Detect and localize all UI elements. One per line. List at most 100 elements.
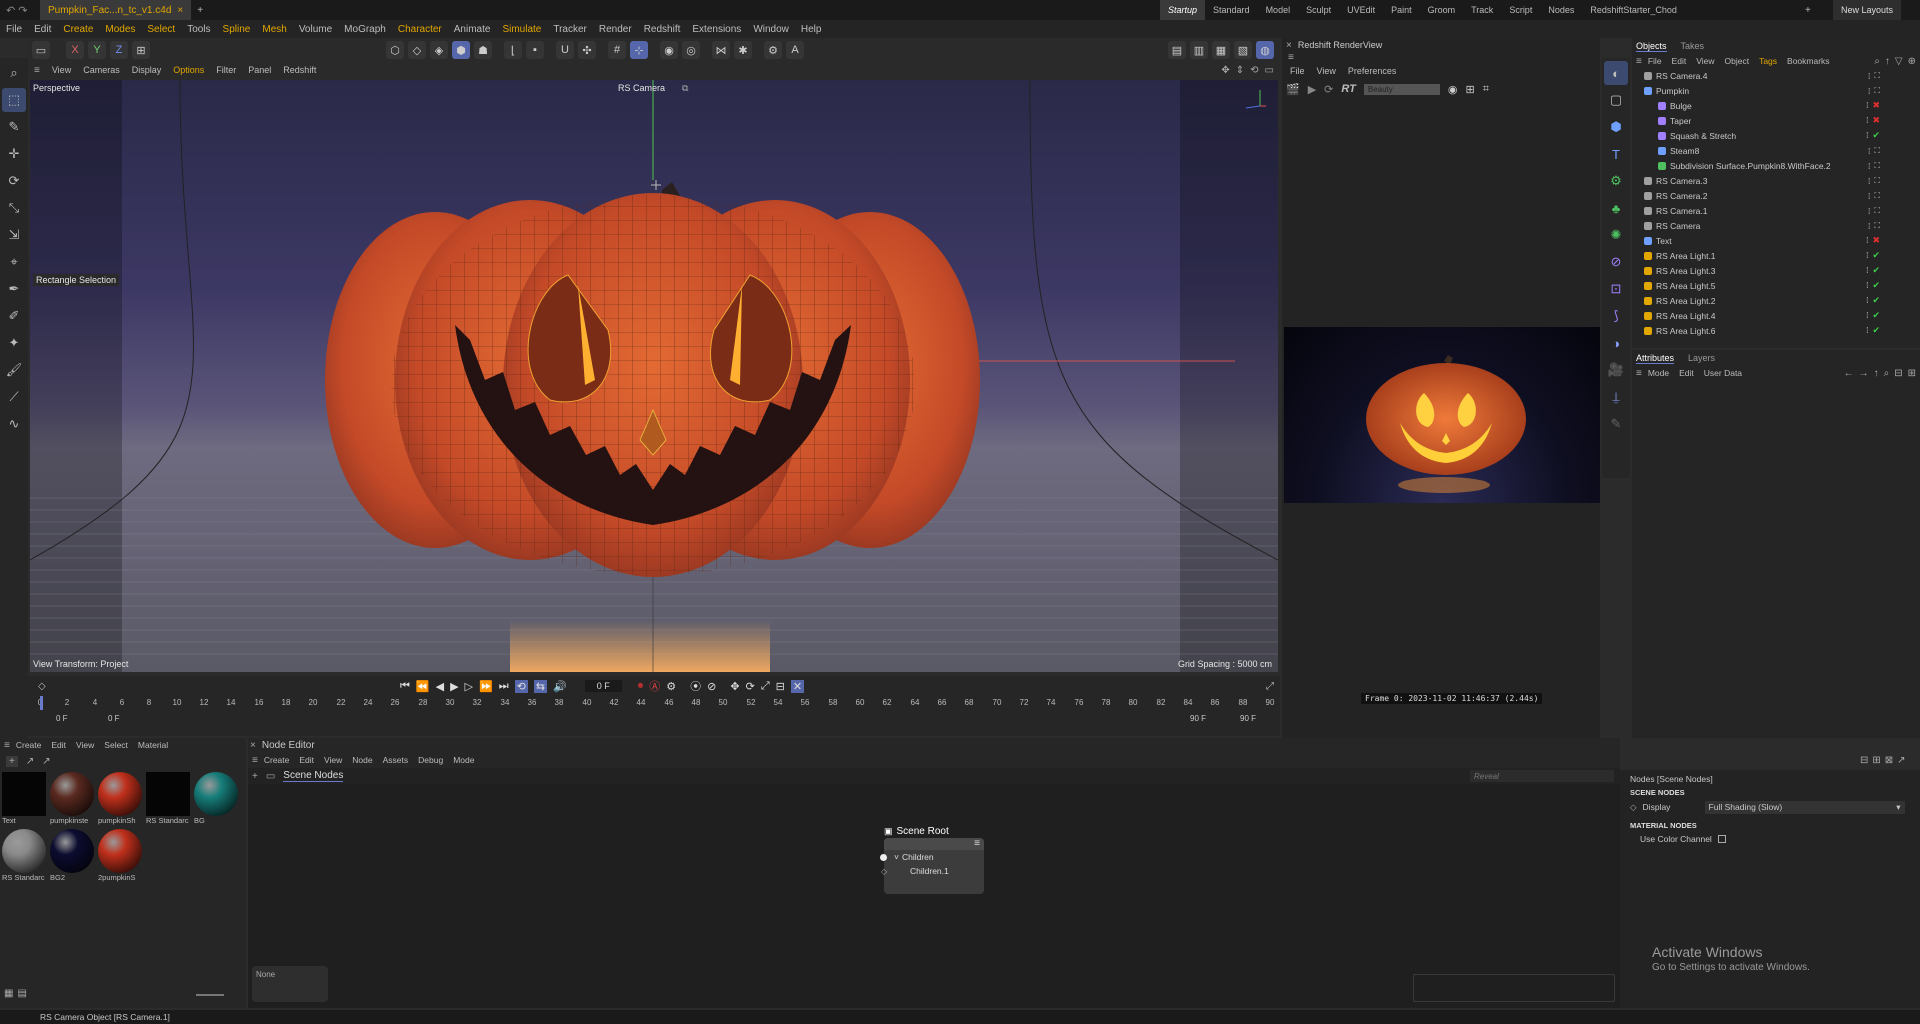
menu-spline[interactable]: Spline [217,20,257,38]
render-region-icon[interactable]: ▥ [1190,41,1208,59]
object-name[interactable]: RS Area Light.2 [1656,296,1716,306]
axis-x-button[interactable]: X [66,41,84,59]
menu-mograph[interactable]: MoGraph [338,20,392,38]
cloner-icon[interactable]: ♣ [1604,196,1628,220]
key-settings-icon[interactable]: ⚙ [666,680,676,693]
visibility-dots-icon[interactable]: ⁞ [1868,146,1870,156]
soft-selection-icon[interactable]: ◉ [660,41,678,59]
zoom-icon[interactable]: ⇕ [1236,65,1244,76]
enabled-check-icon[interactable]: ✔ [1872,280,1880,291]
layout-tab-groom[interactable]: Groom [1420,0,1464,20]
port-children[interactable]: Children [902,852,934,862]
key-position-icon[interactable]: ⦿ [690,678,701,694]
edges-mode-icon[interactable]: ◇ [408,41,426,59]
renderview-menu-preferences[interactable]: Preferences [1342,64,1403,78]
enabled-check-icon[interactable]: ✔ [1872,265,1880,276]
navigator-none-box[interactable]: None [252,966,328,1002]
menu-tools[interactable]: Tools [181,20,216,38]
cube-icon[interactable]: ⬢ [1604,115,1628,139]
object-row[interactable]: RS Area Light.6 ⁞ ✔ [1632,323,1920,336]
tag-icon[interactable]: ⛶ [1874,161,1880,171]
renderview-menu-file[interactable]: File [1284,64,1311,78]
symmetry-icon[interactable]: ⋈ [712,41,730,59]
node-menu-debug[interactable]: Debug [418,755,443,765]
node-menu-mode[interactable]: Mode [453,755,474,765]
menu-tracker[interactable]: Tracker [547,20,593,38]
new-tab-icon[interactable]: + [191,5,209,16]
render-picture-icon[interactable]: ▧ [1234,41,1252,59]
object-name[interactable]: RS Camera.4 [1656,71,1708,81]
material-swatch[interactable]: Text [2,772,46,825]
visibility-dots-icon[interactable]: ⁞ [1868,86,1870,96]
toggle-panel-icon[interactable]: ▭ [32,41,50,59]
objects-tab-takes[interactable]: Takes [1681,41,1705,51]
layout-tab-nodes[interactable]: Nodes [1540,0,1582,20]
search-icon[interactable]: ⌕ [2,61,26,85]
menu-character[interactable]: Character [392,20,448,38]
hamburger-icon[interactable]: ≡ [1636,368,1642,379]
visibility-dots-icon[interactable]: ⁞ [1868,176,1870,186]
layout-tab-model[interactable]: Model [1258,0,1299,20]
go-to-start-icon[interactable]: ⏮ [400,680,410,693]
object-name[interactable]: RS Camera [1656,221,1700,231]
object-name[interactable]: RS Area Light.1 [1656,251,1716,261]
undo-redo-icons[interactable]: ↶ ↷ [0,4,40,17]
object-name[interactable]: RS Camera.1 [1656,206,1708,216]
tag-icon[interactable]: ⛶ [1874,146,1880,156]
node-menu-create[interactable]: Create [264,755,290,765]
current-frame-field[interactable]: 0 F [584,680,622,692]
hamburger-icon[interactable]: ≡ [1636,56,1642,67]
disabled-x-icon[interactable]: ✖ [1872,235,1880,246]
objects-menu-object[interactable]: Object [1724,56,1749,66]
visibility-dots-icon[interactable]: ⁞ [1868,161,1870,171]
aov-select[interactable]: Beauty [1363,83,1440,95]
maximize-icon[interactable]: ▭ [1265,65,1274,76]
breadcrumb[interactable]: Scene Nodes [283,770,344,782]
enabled-check-icon[interactable]: ✔ [1872,130,1880,141]
material-swatch[interactable]: pumpkinSh [98,772,142,825]
paint-brush-icon[interactable]: 🖌 [2,358,26,382]
new-window-icon[interactable]: ⊞ [1908,368,1916,379]
forward-icon[interactable]: → [1859,368,1869,379]
model-mode-icon[interactable]: ⬢ [452,41,470,59]
camera-lock-icon[interactable]: ⧉ [682,83,688,94]
object-row[interactable]: RS Area Light.2 ⁞ ✔ [1632,293,1920,308]
node-menu-assets[interactable]: Assets [383,755,409,765]
layout-tab-sculpt[interactable]: Sculpt [1298,0,1339,20]
node-menu-icon[interactable]: ≡ [884,838,984,850]
object-row[interactable]: Pumpkin ⁞ ⛶ [1632,83,1920,98]
start-frame-b[interactable]: 0 F [108,714,120,723]
objects-menu-view[interactable]: View [1696,56,1714,66]
scale-icon[interactable]: ⤡ [2,196,26,220]
object-row[interactable]: Squash & Stretch ⁞ ✔ [1632,128,1920,143]
viewport-menu-cameras[interactable]: Cameras [77,62,126,78]
target-icon[interactable]: ◎ [682,41,700,59]
lock-icon[interactable]: ⊟ [1894,368,1902,379]
render-queue-icon[interactable]: ▦ [1212,41,1230,59]
field-icon[interactable]: ⊡ [1604,277,1628,301]
magnet-icon[interactable]: U [556,41,574,59]
quantize-icon[interactable]: ⊹ [630,41,648,59]
end-frame-a[interactable]: 90 F [1190,714,1206,723]
object-name[interactable]: Squash & Stretch [1670,131,1736,141]
object-row[interactable]: RS Area Light.5 ⁞ ✔ [1632,278,1920,293]
hamburger-icon[interactable]: ≡ [252,755,258,766]
document-tab[interactable]: Pumpkin_Fac...n_tc_v1.c4d × [40,0,192,20]
lock-icon[interactable]: ⊠ [1885,755,1893,766]
chevron-down-icon[interactable]: ˅ [894,852,899,862]
tag-icon[interactable]: ⛶ [1874,191,1880,201]
object-manager-icon[interactable]: ◐ [1604,61,1628,85]
visibility-dots-icon[interactable]: ⁞ [1866,310,1868,321]
viewport-menu-filter[interactable]: Filter [210,62,242,78]
keyframe-icon[interactable]: ◇ [1630,802,1637,813]
spline-pen-icon[interactable]: ✒ [2,277,26,301]
cube-primitive-icon[interactable]: ▢ [1604,88,1628,112]
visibility-dots-icon[interactable]: ⁞ [1866,265,1868,276]
add-material-icon[interactable]: + [6,755,18,767]
object-name[interactable]: Steam8 [1670,146,1699,156]
layout-tab-standard[interactable]: Standard [1205,0,1258,20]
next-frame-icon[interactable]: ▷ [465,680,473,693]
object-row[interactable]: Subdivision Surface.Pumpkin8.WithFace.2 ⁞… [1632,158,1920,173]
rotate-icon[interactable]: ⟳ [2,169,26,193]
material-swatch[interactable]: RS Standarc [2,829,46,882]
